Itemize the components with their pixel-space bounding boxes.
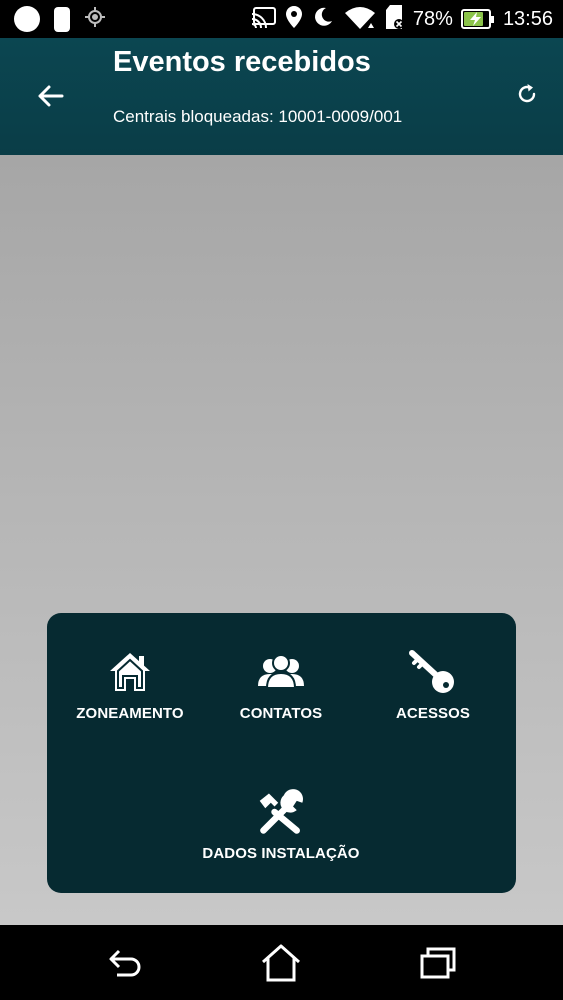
refresh-icon bbox=[518, 84, 536, 103]
cast-icon bbox=[251, 6, 277, 33]
navigation-bar bbox=[0, 925, 563, 1000]
page-subtitle: Centrais bloqueadas: 10001-0009/001 bbox=[113, 107, 403, 126]
app-bar: Eventos recebidos Centrais bloqueadas: 1… bbox=[0, 38, 563, 155]
notification-dot-icon bbox=[14, 6, 40, 32]
nav-home-button[interactable] bbox=[256, 939, 306, 987]
menu-item-contatos[interactable]: CONTATOS bbox=[231, 649, 331, 722]
home-icon bbox=[262, 944, 300, 982]
menu-item-label: ACESSOS bbox=[395, 705, 471, 722]
menu-item-label: ZONEAMENTO bbox=[76, 705, 184, 722]
menu-item-label: DADOS INSTALAÇÃO bbox=[202, 845, 360, 862]
status-bar: 78% 13:56 bbox=[0, 0, 563, 38]
system-icons: 78% 13:56 bbox=[251, 4, 553, 34]
battery-charging-icon bbox=[460, 9, 494, 29]
wifi-icon bbox=[343, 4, 377, 35]
notification-card-icon bbox=[54, 6, 70, 32]
location-pin-icon bbox=[285, 5, 303, 34]
nav-back-button[interactable] bbox=[100, 939, 150, 987]
menu-item-acessos[interactable]: ACESSOS bbox=[381, 649, 485, 722]
nav-recent-apps-button[interactable] bbox=[413, 939, 463, 987]
tools-hammer-wrench-icon bbox=[256, 789, 306, 835]
arrow-left-icon bbox=[38, 85, 64, 107]
contacts-group-icon bbox=[256, 649, 306, 695]
page-title: Eventos recebidos bbox=[113, 46, 371, 78]
refresh-button[interactable] bbox=[511, 78, 543, 110]
recent-apps-icon bbox=[420, 947, 456, 979]
key-icon bbox=[408, 649, 458, 695]
notification-icons bbox=[14, 5, 106, 33]
back-button[interactable] bbox=[30, 78, 70, 114]
gps-icon bbox=[84, 6, 106, 33]
menu-panel: ZONEAMENTO CONTATOS ACESSOS DADOS INSTAL… bbox=[47, 613, 516, 893]
menu-item-dados-instalacao[interactable]: DADOS INSTALAÇÃO bbox=[187, 789, 375, 862]
menu-item-zoneamento[interactable]: ZONEAMENTO bbox=[73, 649, 187, 722]
sd-card-icon bbox=[385, 4, 405, 35]
menu-item-label: CONTATOS bbox=[239, 705, 323, 722]
battery-percent: 78% bbox=[412, 7, 453, 30]
clock: 13:56 bbox=[502, 7, 553, 30]
do-not-disturb-moon-icon bbox=[311, 5, 335, 34]
back-icon bbox=[109, 949, 141, 977]
home-icon bbox=[105, 649, 155, 695]
